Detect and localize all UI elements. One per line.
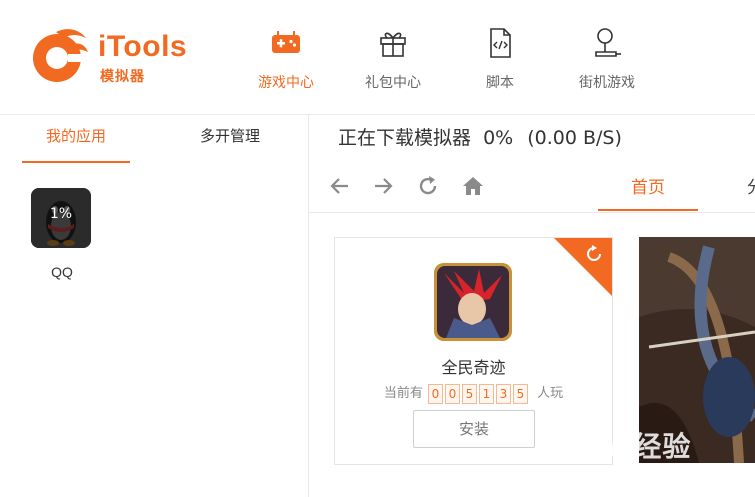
player-count: 当前有 005135 人玩 — [335, 382, 612, 404]
tab-my-apps[interactable]: 我的应用 — [22, 125, 130, 163]
game-icon — [434, 263, 512, 341]
back-arrow-icon[interactable] — [327, 173, 353, 199]
app-name-qq: QQ — [51, 264, 73, 280]
gamepad-icon — [272, 31, 300, 53]
tab-multi-instance-label: 多开管理 — [199, 127, 260, 145]
brand-name: iTools — [98, 30, 188, 63]
sidebar: 我的应用 多开管理 1% QQ — [0, 115, 309, 497]
card-corner-badge — [554, 238, 612, 296]
app-download-progress: 1% — [49, 206, 73, 222]
nav-label-gift-center: 礼包中心 — [365, 75, 421, 91]
game-title: 全民奇迹 — [441, 358, 506, 377]
promo-banner[interactable] — [639, 237, 755, 463]
nav-script[interactable]: 脚本 — [450, 26, 550, 96]
nav-label-arcade-games: 街机游戏 — [579, 75, 635, 91]
tab-my-apps-label: 我的应用 — [45, 127, 106, 145]
nav-label-game-center: 游戏中心 — [258, 75, 314, 91]
forward-arrow-icon[interactable] — [370, 173, 396, 199]
download-speed: (0.00 B/S) — [527, 127, 622, 149]
promo-banner-art — [639, 237, 755, 463]
player-digit: 0 — [445, 383, 460, 404]
tab-home-label: 首页 — [631, 178, 665, 198]
nav-game-center[interactable]: 游戏中心 — [236, 26, 336, 96]
tab-next-label: 分 — [747, 178, 755, 198]
download-percent: 0% — [483, 127, 514, 149]
tab-home[interactable]: 首页 — [598, 173, 698, 211]
player-count-suffix: 人玩 — [537, 386, 564, 401]
refresh-icon[interactable] — [415, 173, 441, 199]
game-card[interactable]: 全民奇迹 当前有 005135 人玩 安装 — [334, 237, 613, 465]
nav-arcade-games[interactable]: 街机游戏 — [557, 26, 657, 96]
download-status-text: 正在下载模拟器 — [338, 127, 472, 149]
player-digit: 5 — [513, 383, 528, 404]
nav-gift-center[interactable]: 礼包中心 — [343, 26, 443, 96]
brand-subtitle: 模拟器 — [100, 69, 145, 85]
qq-penguin-icon: 1% — [31, 188, 91, 248]
install-button[interactable]: 安装 — [413, 410, 535, 448]
gift-icon — [380, 32, 406, 57]
app-tile-qq[interactable]: 1% QQ — [28, 188, 96, 280]
tab-next[interactable]: 分 — [747, 173, 755, 198]
player-count-prefix: 当前有 — [383, 386, 423, 401]
game-icon-art — [434, 263, 512, 341]
player-digit: 5 — [462, 383, 477, 404]
player-digit: 1 — [479, 383, 494, 404]
main-content: 正在下载模拟器 0% (0.00 B/S) 首页 分 — [309, 115, 755, 497]
tab-multi-instance[interactable]: 多开管理 — [176, 125, 284, 161]
nav-label-script: 脚本 — [486, 75, 514, 91]
browser-toolbar: 首页 分 — [309, 159, 755, 213]
itools-logo: iTools 模拟器 — [28, 24, 198, 90]
player-digit: 3 — [496, 383, 511, 404]
itools-logo-icon — [33, 29, 88, 82]
top-header: iTools 模拟器 游戏中心 礼包中心 脚本 街机游戏 — [0, 0, 755, 115]
script-file-icon — [490, 28, 511, 58]
player-digit: 0 — [428, 383, 443, 404]
joystick-icon — [595, 28, 621, 57]
download-status: 正在下载模拟器 0% (0.00 B/S) — [338, 123, 622, 150]
home-icon[interactable] — [460, 173, 486, 199]
